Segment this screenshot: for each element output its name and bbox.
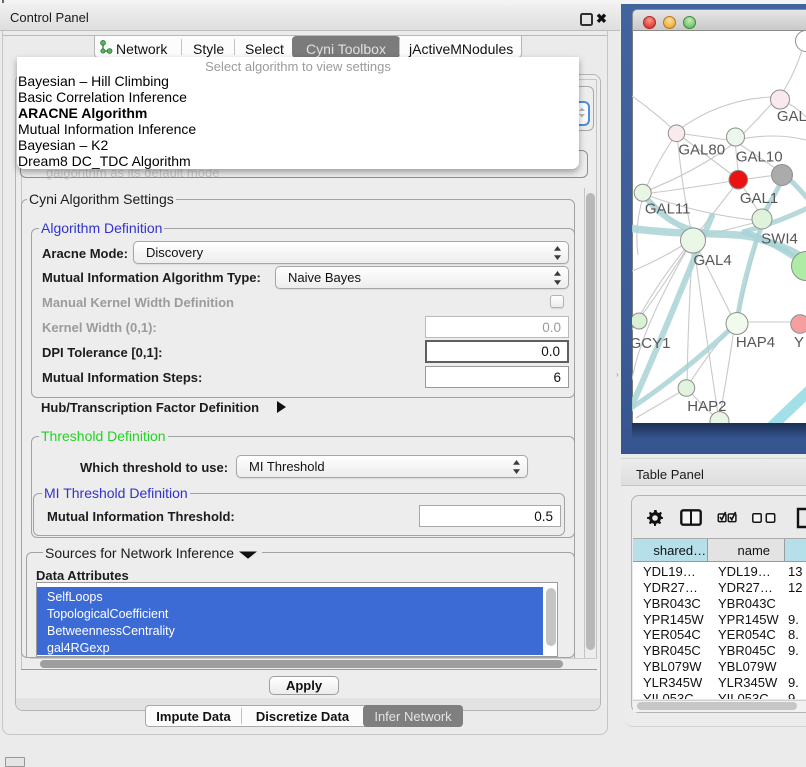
- svg-text:SWI4: SWI4: [761, 231, 798, 248]
- svg-text:GCY1: GCY1: [632, 335, 670, 352]
- svg-text:GAL80: GAL80: [678, 141, 725, 158]
- svg-text:HAP4: HAP4: [736, 334, 775, 351]
- svg-text:GAL4: GAL4: [693, 252, 731, 269]
- svg-text:HAP2: HAP2: [687, 398, 726, 415]
- svg-text:Y: Y: [794, 334, 804, 351]
- svg-text:GAL11: GAL11: [645, 201, 691, 218]
- svg-text:GAL1: GAL1: [740, 190, 778, 207]
- svg-text:GAL7: GAL7: [777, 108, 806, 125]
- svg-text:GAL10: GAL10: [736, 149, 783, 166]
